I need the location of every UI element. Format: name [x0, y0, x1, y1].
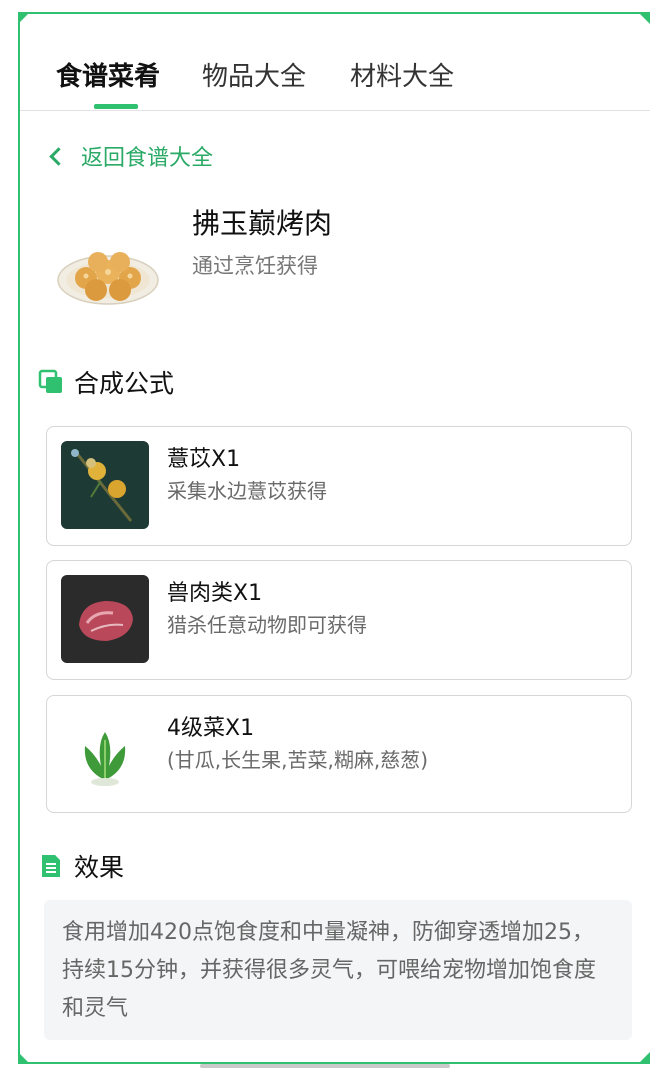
active-tab-indicator	[94, 104, 138, 109]
ingredient-card[interactable]: 4级菜X1 (甘瓜,长生果,苦菜,糊麻,慈葱)	[46, 695, 632, 813]
dish-source: 通过烹饪获得	[192, 254, 318, 278]
dish-title: 拂玉巅烤肉	[192, 207, 333, 240]
ingredient-source: (甘瓜,长生果,苦菜,糊麻,慈葱)	[167, 748, 429, 772]
ingredient-card[interactable]: 薏苡X1 采集水边薏苡获得	[46, 426, 632, 546]
tab-bar: 食谱菜肴 物品大全 材料大全	[20, 40, 650, 111]
ingredient-source: 猎杀任意动物即可获得	[167, 613, 367, 637]
effect-heading: 效果	[38, 848, 124, 884]
corner-marker-top-left	[18, 12, 30, 24]
yiyi-plant-image	[61, 441, 149, 529]
effect-heading-label: 效果	[74, 853, 125, 882]
tab-items[interactable]: 物品大全	[202, 56, 306, 93]
corner-marker-bottom-left	[18, 1052, 30, 1064]
chevron-left-icon	[49, 146, 68, 166]
formula-heading-label: 合成公式	[74, 369, 175, 398]
tab-recipes[interactable]: 食谱菜肴	[56, 56, 160, 93]
tab-materials[interactable]: 材料大全	[350, 56, 454, 93]
corner-marker-bottom-right	[638, 1052, 650, 1064]
effect-description: 食用增加420点饱食度和中量凝神，防御穿透增加25，持续15分钟，并获得很多灵气…	[44, 900, 632, 1040]
back-link[interactable]: 返回食谱大全	[48, 140, 213, 172]
document-icon	[38, 853, 64, 879]
ingredient-name: 薏苡X1	[167, 447, 241, 472]
raw-meat-image	[61, 575, 149, 663]
formula-heading: 合成公式	[38, 364, 174, 400]
ingredient-name: 4级菜X1	[167, 716, 255, 741]
ingredient-card[interactable]: 兽肉类X1 猎杀任意动物即可获得	[46, 560, 632, 680]
stack-icon	[38, 369, 64, 395]
scroll-indicator	[200, 1064, 450, 1068]
ingredient-name: 兽肉类X1	[167, 581, 263, 606]
ingredient-source: 采集水边薏苡获得	[167, 479, 327, 503]
corner-marker-top-right	[638, 12, 650, 24]
back-link-label: 返回食谱大全	[81, 146, 214, 171]
roasted-buns-plate-image	[56, 236, 160, 308]
green-vegetable-image	[61, 710, 149, 798]
